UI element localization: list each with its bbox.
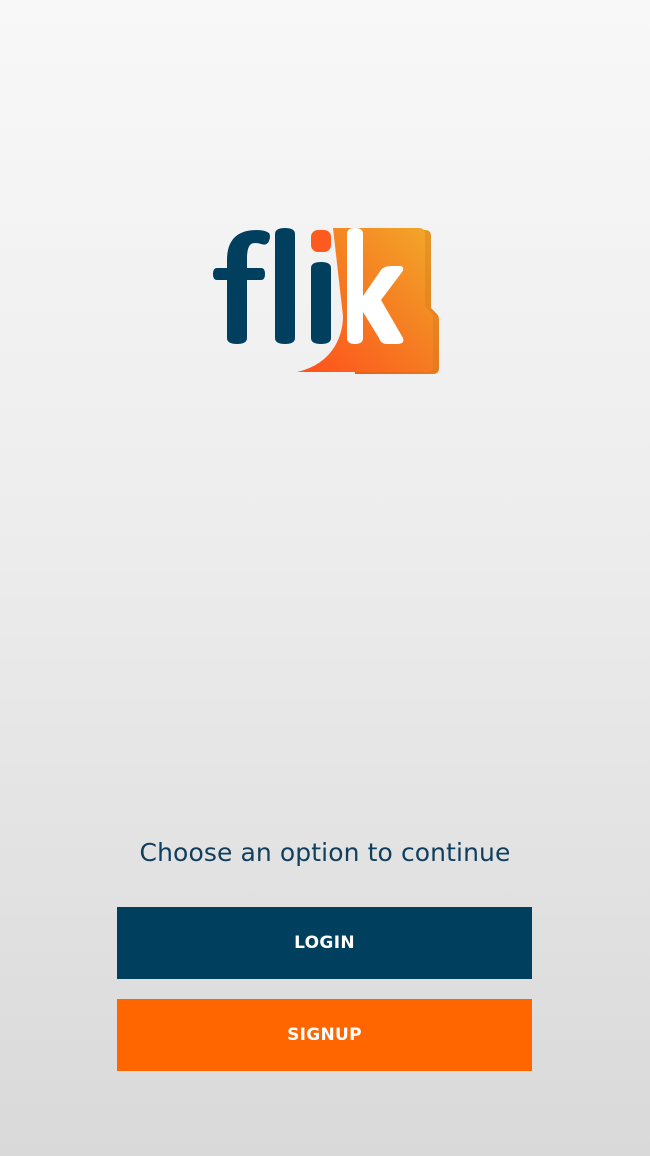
flik-logo-icon (213, 228, 439, 374)
signup-button[interactable]: SIGNUP (117, 999, 532, 1071)
login-button-label: LOGIN (294, 933, 355, 953)
signup-button-label: SIGNUP (287, 1025, 362, 1045)
continue-prompt: Choose an option to continue (139, 838, 511, 867)
login-button[interactable]: LOGIN (117, 907, 532, 979)
welcome-screen: Choose an option to continue LOGIN SIGNU… (0, 0, 650, 1156)
